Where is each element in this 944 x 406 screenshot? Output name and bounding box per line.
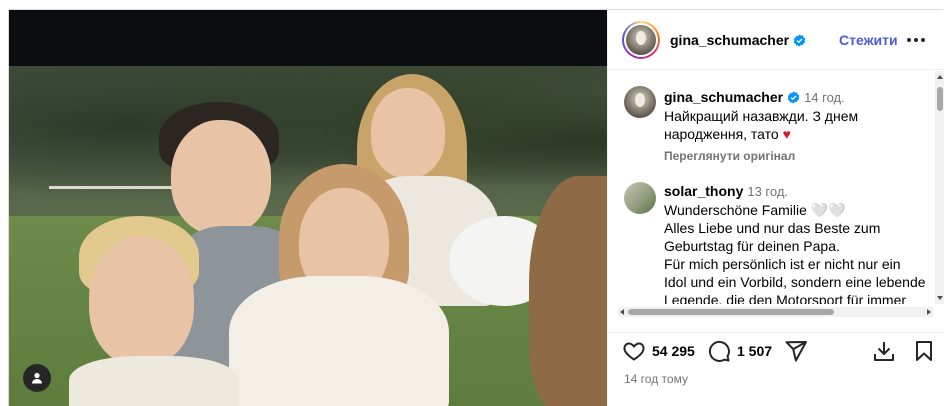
comment-line: Alles Liebe und nur das Beste zum Geburt… xyxy=(664,220,881,254)
comment-line: Wunderschöne Familie 🤍🤍 xyxy=(664,202,846,218)
bookmark-icon xyxy=(916,341,932,361)
caption-text: Найкращий назавжди. З днем народження, т… xyxy=(664,108,859,142)
comment-line: Für mich persönlich ist er nicht nur ein… xyxy=(664,256,926,304)
user-tag-icon[interactable] xyxy=(23,364,51,392)
download-icon xyxy=(874,342,894,361)
scroll-down-icon[interactable] xyxy=(937,296,943,300)
paper-plane-icon xyxy=(785,341,807,362)
comment-username[interactable]: solar_thony xyxy=(664,183,743,199)
scroll-up-icon[interactable] xyxy=(937,75,943,79)
like-count[interactable]: 54 295 xyxy=(652,343,695,359)
comments-list[interactable]: gina_schumacher 14 год. Найкращий назавжд… xyxy=(608,71,935,304)
heart-emoji: ♥ xyxy=(782,126,791,142)
caption-time[interactable]: 14 год. xyxy=(804,90,845,105)
post-timestamp[interactable]: 14 год тому xyxy=(624,372,688,386)
comment-count[interactable]: 1 507 xyxy=(737,343,772,359)
action-bar: 54 295 1 507 xyxy=(608,332,944,368)
heart-outline-icon xyxy=(623,342,645,361)
author-avatar[interactable] xyxy=(622,21,660,59)
author-username[interactable]: gina_schumacher xyxy=(670,32,806,48)
vertical-scrollbar[interactable] xyxy=(935,71,944,304)
caption: gina_schumacher 14 год. Найкращий назавжд… xyxy=(664,88,926,165)
more-options-icon[interactable] xyxy=(905,30,927,50)
see-original-link[interactable]: Переглянути оригінал xyxy=(664,147,926,165)
post-side-panel: gina_schumacher Стежити gina_schumacher 1… xyxy=(607,10,944,406)
download-button[interactable] xyxy=(872,339,896,363)
scroll-left-icon[interactable] xyxy=(620,309,624,315)
like-button[interactable]: 54 295 xyxy=(622,339,695,363)
scrollbar-thumb[interactable] xyxy=(937,87,943,111)
post-dialog: gina_schumacher Стежити gina_schumacher 1… xyxy=(8,9,944,406)
scroll-right-icon[interactable] xyxy=(927,309,931,315)
save-button[interactable] xyxy=(912,339,936,363)
comment-bubble-icon xyxy=(708,340,730,362)
caption-username[interactable]: gina_schumacher xyxy=(664,89,783,105)
verified-badge-icon xyxy=(793,34,806,47)
comment-time[interactable]: 13 год. xyxy=(747,184,788,199)
share-button[interactable] xyxy=(784,339,808,363)
comment-button[interactable]: 1 507 xyxy=(707,339,772,363)
comment-avatar[interactable] xyxy=(624,182,656,214)
post-media[interactable] xyxy=(9,10,607,406)
caption-avatar[interactable] xyxy=(624,86,656,118)
scrollbar-thumb[interactable] xyxy=(628,309,834,315)
follow-button[interactable]: Стежити xyxy=(839,32,898,48)
verified-badge-icon xyxy=(787,91,800,104)
comment-item: solar_thony 13 год. Wunderschöne Familie … xyxy=(664,182,926,304)
post-photo[interactable] xyxy=(9,66,607,406)
horizontal-scrollbar[interactable] xyxy=(618,307,933,317)
post-header: gina_schumacher Стежити xyxy=(608,10,944,70)
